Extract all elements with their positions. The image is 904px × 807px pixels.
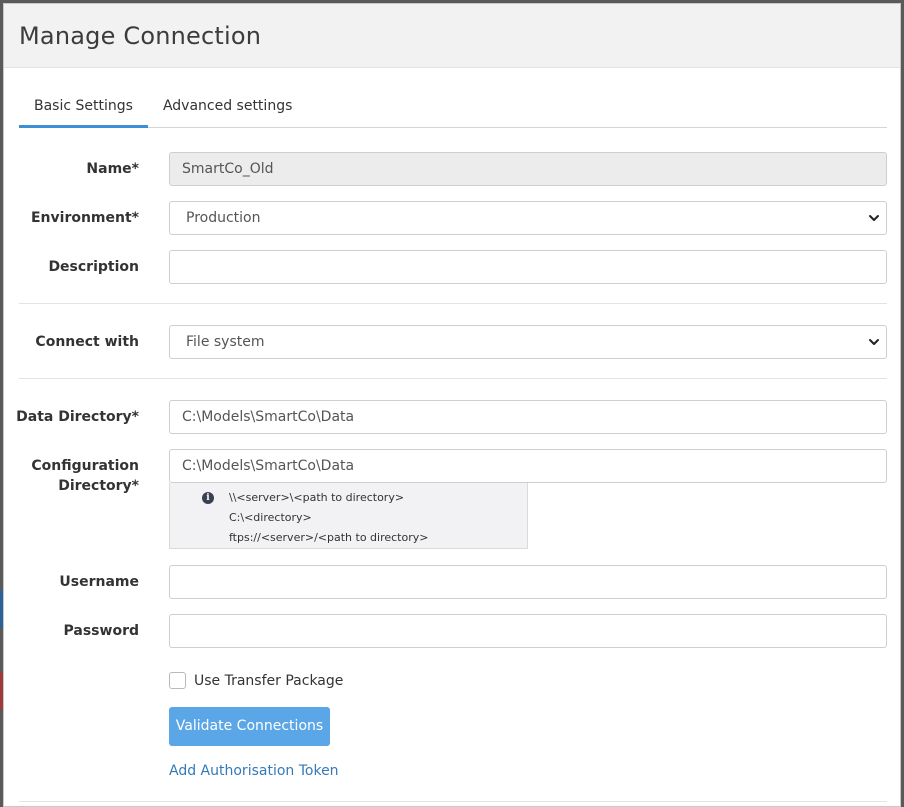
chevron-down-icon [869, 215, 879, 221]
use-transfer-package-checkbox[interactable] [169, 672, 186, 689]
data-directory-label: Data Directory* [16, 409, 139, 425]
description-label: Description [48, 259, 139, 275]
info-icon: i [202, 492, 214, 504]
dialog-body: Basic Settings Advanced settings [4, 88, 900, 128]
tab-bar: Basic Settings Advanced settings [19, 88, 887, 128]
chevron-down-icon [869, 339, 879, 345]
connect-with-label: Connect with [35, 334, 139, 350]
config-directory-label: Configuration Directory* [9, 456, 139, 496]
environment-label: Environment* [30, 210, 139, 226]
name-field[interactable]: SmartCo_Old [169, 152, 887, 186]
help-line: \\<server>\<path to directory> [229, 491, 405, 504]
section-divider [19, 378, 887, 379]
add-authorisation-token-link[interactable]: Add Authorisation Token [169, 763, 339, 779]
dialog-header: Manage Connection [4, 4, 900, 68]
use-transfer-package-row: Use Transfer Package [169, 672, 343, 689]
section-divider [19, 303, 887, 304]
username-field[interactable] [169, 565, 887, 599]
tab-basic-settings[interactable]: Basic Settings [19, 88, 148, 128]
help-line: ftps://<server>/<path to directory> [229, 531, 429, 544]
config-directory-label-line2: Directory* [58, 478, 139, 494]
description-field[interactable] [169, 250, 887, 284]
manage-connection-dialog: Manage Connection Basic Settings Advance… [3, 3, 901, 807]
environment-value: Production [186, 210, 261, 226]
username-label: Username [59, 574, 139, 590]
tab-advanced-settings[interactable]: Advanced settings [148, 88, 307, 128]
password-label: Password [63, 623, 139, 639]
footer-divider [19, 801, 887, 802]
dialog-title: Manage Connection [19, 21, 262, 50]
environment-select[interactable]: Production [169, 201, 887, 235]
directory-format-help: i \\<server>\<path to directory> C:\<dir… [169, 483, 528, 549]
name-label: Name* [86, 161, 139, 177]
config-directory-label-line1: Configuration [31, 458, 139, 474]
config-directory-field[interactable]: C:\Models\SmartCo\Data [169, 449, 887, 483]
connect-with-value: File system [186, 334, 265, 350]
use-transfer-package-label[interactable]: Use Transfer Package [194, 673, 343, 689]
password-field[interactable] [169, 614, 887, 648]
connect-with-select[interactable]: File system [169, 325, 887, 359]
help-line: C:\<directory> [229, 511, 312, 524]
data-directory-field[interactable]: C:\Models\SmartCo\Data [169, 400, 887, 434]
validate-connections-button[interactable]: Validate Connections [169, 707, 330, 746]
